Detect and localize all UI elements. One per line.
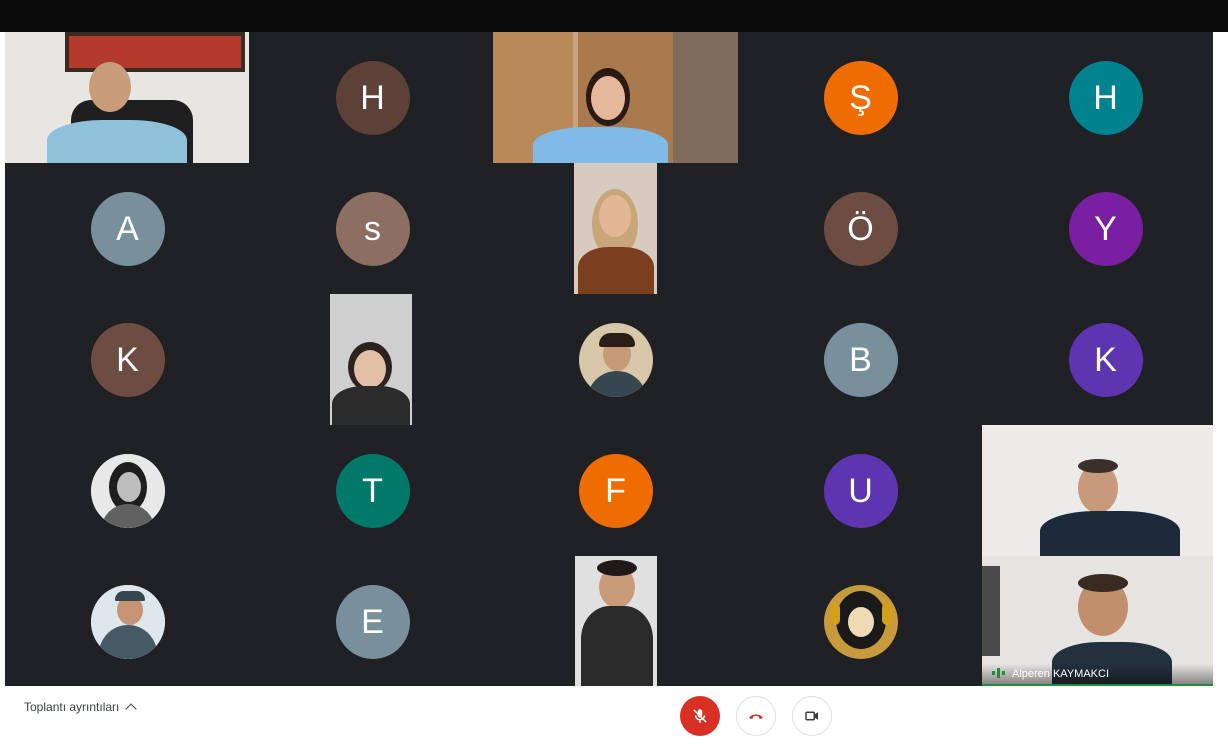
person-hair — [1078, 574, 1128, 592]
participant-tile[interactable] — [5, 556, 250, 686]
participant-tile[interactable]: E — [250, 556, 495, 686]
profile-photo — [823, 584, 898, 659]
profile-photo — [90, 453, 165, 528]
participant-tile[interactable]: s — [250, 163, 495, 294]
participant-tile[interactable]: T — [250, 425, 495, 556]
person-body — [533, 127, 668, 163]
participant-tile[interactable] — [493, 294, 738, 425]
person-body — [578, 247, 654, 294]
speaking-indicator-icon — [992, 668, 1005, 678]
person-hair — [597, 560, 637, 576]
participant-video — [493, 32, 738, 163]
participant-tile[interactable] — [738, 556, 983, 686]
camera-icon — [805, 711, 818, 721]
avatar: B — [823, 322, 898, 397]
participant-tile-video[interactable] — [493, 32, 738, 163]
meeting-details-label: Toplantı ayrıntıları — [24, 700, 120, 714]
avatar: U — [823, 453, 898, 528]
mic-off-icon — [693, 709, 707, 723]
participant-tile[interactable]: Ö — [738, 163, 983, 294]
participant-tile[interactable]: B — [738, 294, 983, 425]
meeting-details-button[interactable]: Toplantı ayrıntıları — [24, 700, 138, 715]
avatar: H — [1068, 60, 1143, 135]
participant-video — [982, 425, 1213, 556]
person-head — [591, 76, 625, 120]
avatar: K — [90, 322, 165, 397]
bookshelf-right — [673, 32, 738, 163]
hang-up-button[interactable] — [736, 696, 776, 736]
participant-name: Alperen KAYMAKCI — [1012, 668, 1110, 680]
call-end-icon — [749, 714, 763, 719]
participant-tile-video[interactable] — [250, 294, 495, 425]
participant-tile-video[interactable] — [982, 425, 1213, 556]
participant-tile[interactable] — [5, 425, 250, 556]
avatar: A — [90, 191, 165, 266]
participant-tile[interactable]: H — [983, 32, 1213, 163]
avatar: E — [335, 584, 410, 659]
avatar: Y — [1068, 191, 1143, 266]
participant-tile-video[interactable] — [5, 32, 250, 163]
avatar: F — [578, 453, 653, 528]
avatar: Ş — [823, 60, 898, 135]
participant-tile-video[interactable] — [493, 163, 738, 294]
participant-grid: H Ş H A s Ö Y K B K T F U E Alperen KAYM… — [5, 32, 1213, 686]
person-head — [599, 195, 631, 237]
person-hair — [1078, 459, 1118, 473]
avatar: K — [1068, 322, 1143, 397]
participant-video — [574, 163, 657, 294]
right-margin — [1213, 32, 1228, 686]
participant-tile-video[interactable] — [493, 556, 738, 686]
participant-tile[interactable]: H — [250, 32, 495, 163]
person-body — [47, 120, 187, 163]
participant-video: Alperen KAYMAKCI — [982, 556, 1213, 686]
avatar: T — [335, 453, 410, 528]
participant-tile[interactable]: U — [738, 425, 983, 556]
person-body — [1040, 511, 1180, 556]
avatar: H — [335, 60, 410, 135]
participant-video — [5, 32, 249, 163]
participant-video — [330, 294, 412, 425]
profile-photo — [578, 322, 653, 397]
person-head — [89, 62, 131, 112]
avatar: Ö — [823, 191, 898, 266]
window-top-bar — [0, 0, 1228, 32]
person-body — [332, 386, 410, 425]
participant-video — [575, 556, 657, 686]
participant-tile[interactable]: Ş — [738, 32, 983, 163]
background-object — [982, 566, 1000, 656]
bottom-control-bar: Toplantı ayrıntıları — [0, 686, 1228, 744]
participant-tile[interactable]: K — [5, 294, 250, 425]
chevron-up-icon — [125, 703, 138, 715]
participant-tile[interactable]: K — [983, 294, 1213, 425]
participant-tile[interactable]: Y — [983, 163, 1213, 294]
person-head — [354, 350, 386, 388]
person-body — [581, 606, 653, 686]
profile-photo — [90, 584, 165, 659]
participant-tile[interactable]: F — [493, 425, 738, 556]
avatar: s — [335, 191, 410, 266]
camera-toggle-button[interactable] — [792, 696, 832, 736]
mic-toggle-button[interactable] — [680, 696, 720, 736]
participant-tile[interactable]: A — [5, 163, 250, 294]
wall-picture — [65, 32, 245, 72]
participant-tile-video-speaking[interactable]: Alperen KAYMAKCI — [982, 556, 1213, 686]
